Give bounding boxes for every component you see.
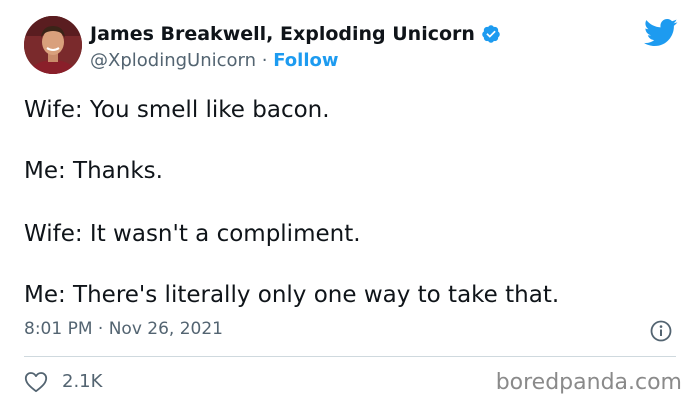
verified-badge-icon (481, 24, 501, 44)
boredpanda-watermark: boredpanda.com (495, 370, 682, 395)
tweet-card: James Breakwell, Exploding Unicorn @Xplo… (0, 0, 700, 410)
tweet-text-line: Wife: You smell like bacon. (24, 97, 330, 123)
author-name-row: James Breakwell, Exploding Unicorn (90, 22, 501, 46)
twitter-bird-icon[interactable] (644, 18, 678, 48)
tweet-timestamp[interactable]: 8:01 PM · Nov 26, 2021 (24, 318, 223, 340)
tweet-text-line: Me: Thanks. (24, 158, 163, 184)
author-handle[interactable]: @XplodingUnicorn (90, 50, 256, 71)
tweet-text-line: Me: There's literally only one way to ta… (24, 282, 560, 308)
info-icon[interactable] (650, 320, 672, 342)
author-handle-row: @XplodingUnicorn · Follow (90, 50, 339, 72)
divider (24, 356, 676, 357)
heart-icon (24, 371, 48, 393)
handle-separator: · (261, 50, 274, 71)
avatar[interactable] (24, 16, 82, 74)
tweet-text-line: Wife: It wasn't a compliment. (24, 221, 361, 247)
avatar-photo (24, 16, 82, 74)
like-button[interactable]: 2.1K (24, 371, 102, 393)
author-display-name[interactable]: James Breakwell, Exploding Unicorn (90, 22, 475, 46)
follow-link[interactable]: Follow (273, 50, 338, 71)
like-count: 2.1K (62, 371, 103, 392)
